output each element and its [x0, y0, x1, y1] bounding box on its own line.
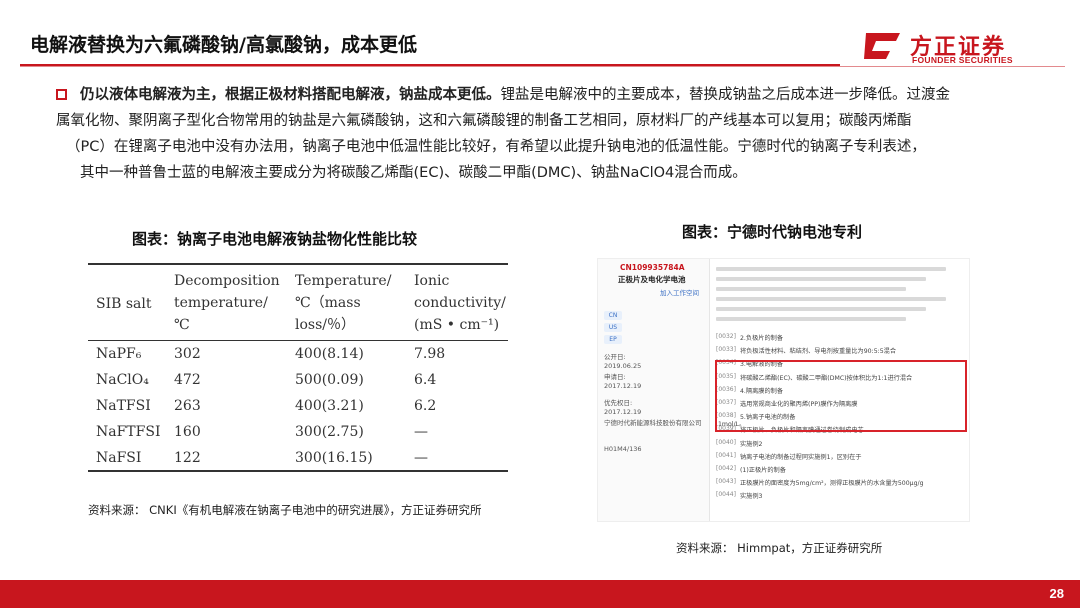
header-line: (mS • cm⁻¹) [414, 317, 500, 333]
entry-text: 钠离子电池的制备过程同实施例1，区别在于 [740, 453, 862, 461]
entry-text: 实施例2 [740, 440, 763, 448]
paragraph-lead: 仍以液体电解液为主，根据正极材料搭配电解液，钠盐成本更低。 [80, 87, 501, 103]
applicant: 宁德时代新能源科技股份有限公司 [604, 419, 702, 427]
entry-number: [0032] [716, 333, 736, 340]
table-header-rule [88, 340, 508, 341]
prio-date: 2017.12.19 [604, 408, 642, 416]
entry-number: [0033] [716, 346, 736, 354]
column-header-conductivity: Ionic conductivity/ (mS • cm⁻¹) [414, 270, 506, 336]
logo-mark-icon [864, 33, 900, 59]
entry-number: [0042] [716, 465, 736, 472]
text-placeholder-line [716, 307, 926, 311]
column-header-decomposition: Decomposition temperature/ ℃ [174, 270, 280, 336]
header-line: ℃（mass [295, 295, 361, 311]
table-cell-decomp: 263 [174, 398, 201, 414]
table-cell-cond: 7.98 [414, 346, 446, 362]
column-header-temperature: Temperature/ ℃（mass loss/％） [295, 270, 391, 336]
pub-label: 公开日: [604, 353, 626, 361]
country-tag-ep[interactable]: EP [604, 335, 622, 344]
table-cell-temp: 400(3.21) [295, 398, 364, 414]
left-figure-source: 资料来源： CNKI《有机电解液在钠离子电池中的研究进展》，方正证券研究所 [88, 503, 482, 517]
entry-text: 实施例3 [740, 493, 763, 501]
header-line: loss/％） [295, 317, 355, 333]
paragraph-line-1: 仍以液体电解液为主，根据正极材料搭配电解液，钠盐成本更低。锂盐是电解液中的主要成… [56, 82, 1036, 108]
slide-header: 电解液替换为六氟磷酸钠/高氯酸钠，成本更低 方正证券 FOUNDER SECUR… [0, 0, 1080, 68]
table-cell-salt: NaFSI [96, 450, 142, 466]
paragraph-line-2: 属氧化物、聚阴离子型化合物常用的钠盐是六氟磷酸钠，这和六氟磷酸锂的制备工艺相同，… [56, 113, 912, 129]
prio-label: 优先权日: [604, 399, 633, 407]
right-figure-source: 资料来源： Himmpat，方正证券研究所 [676, 541, 883, 555]
table-cell-cond: 6.4 [414, 372, 437, 388]
table-cell-salt: NaFTFSI [96, 424, 161, 440]
paragraph-line-3: （PC）在锂离子电池中没有办法用，钠离子电池中低温性能比较好，有希望以此提升钠电… [66, 139, 926, 155]
table-bottom-rule [88, 470, 508, 472]
highlight-box [715, 360, 967, 432]
text-placeholder-line [716, 277, 926, 281]
patent-title: 正极片及电化学电池 [618, 275, 686, 284]
footer-bar [0, 580, 1080, 608]
table-cell-salt: NaPF₆ [96, 346, 142, 362]
text-placeholder-line [716, 317, 906, 321]
table-cell-cond: 6.2 [414, 398, 437, 414]
entry-text: 2.负极片的制备 [740, 335, 784, 342]
header-line: temperature/ [174, 295, 268, 311]
page-number: 28 [1049, 586, 1064, 601]
header-line: ℃ [174, 317, 190, 333]
app-date: 2017.12.19 [604, 382, 642, 390]
right-figure-caption: 图表：宁德时代钠电池专利 [682, 223, 863, 241]
table-cell-cond: — [414, 450, 428, 466]
text-placeholder-line [716, 267, 946, 271]
entry-number: [0041] [716, 451, 736, 459]
table-cell-cond: — [414, 424, 428, 440]
body-paragraph: 仍以液体电解液为主，根据正极材料搭配电解液，钠盐成本更低。锂盐是电解液中的主要成… [56, 82, 1036, 186]
pub-date: 2019.06.25 [604, 362, 642, 370]
entry-text: 将负极活性材料、粘结剂、导电剂按重量比为90:5:5混合 [740, 348, 897, 356]
column-header-salt: SIB salt [96, 296, 152, 312]
entry-number: [0044] [716, 491, 736, 499]
country-tag-cn[interactable]: CN [604, 311, 622, 320]
table-cell-decomp: 122 [174, 450, 201, 466]
header-line: Temperature/ [295, 273, 392, 289]
follow-link[interactable]: 加入工作空间 [660, 289, 699, 298]
patent-sidebar: CN109935784A 正极片及电化学电池 加入工作空间 CN US EP 公… [598, 259, 710, 521]
left-figure-caption: 图表：钠离子电池电解液钠盐物化性能比较 [132, 230, 418, 248]
patent-id: CN109935784A [620, 263, 685, 272]
country-tag-us[interactable]: US [604, 323, 622, 332]
table-cell-temp: 300(2.75) [295, 424, 364, 440]
table-cell-decomp: 160 [174, 424, 201, 440]
slide-title: 电解液替换为六氟磷酸钠/高氯酸钠，成本更低 [30, 34, 417, 56]
text-placeholder-line [716, 287, 906, 291]
header-line: conductivity/ [414, 295, 506, 311]
paragraph-line-4: 其中一种普鲁士蓝的电解液主要成分为将碳酸乙烯酯(EC)、碳酸二甲酯(DMC)、钠… [80, 165, 747, 181]
table-cell-temp: 400(8.14) [295, 346, 364, 362]
table-cell-salt: NaClO₄ [96, 372, 149, 388]
table-cell-temp: 300(16.15) [295, 450, 373, 466]
header-line: Ionic [414, 273, 450, 289]
text-placeholder-line [716, 297, 946, 301]
entry-text: 正极膜片的面密度为5mg/cm²，测得正极膜片的水含量为500μg/g [740, 480, 924, 488]
company-logo: 方正证券 FOUNDER SECURITIES [862, 27, 1062, 67]
header-line: Decomposition [174, 273, 280, 289]
table-cell-decomp: 302 [174, 346, 201, 362]
paragraph-line-1-rest: 锂盐是电解液中的主要成本，替换成钠盐之后成本进一步降低。过渡金 [500, 87, 951, 103]
entry-number: [0040] [716, 438, 736, 446]
table-top-rule [88, 263, 508, 265]
table-cell-decomp: 472 [174, 372, 201, 388]
entry-number: [0043] [716, 478, 736, 486]
table-cell-temp: 500(0.09) [295, 372, 364, 388]
logo-english-name: FOUNDER SECURITIES [912, 55, 1013, 65]
ipc-code: H01M4/136 [604, 445, 642, 453]
entry-text: (1)正极片的制备 [740, 467, 786, 474]
table-cell-salt: NaTFSI [96, 398, 151, 414]
app-label: 申请日: [604, 373, 626, 381]
